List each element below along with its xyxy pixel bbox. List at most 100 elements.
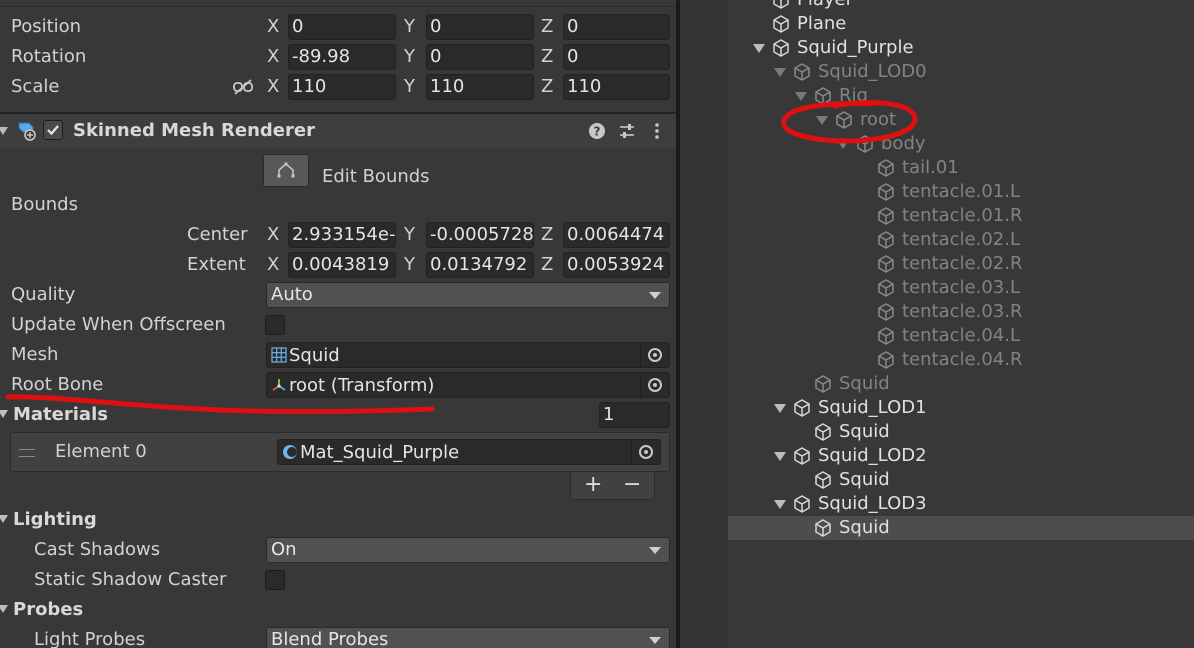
chevron-down-icon <box>649 547 661 554</box>
gameobject-icon <box>878 303 894 321</box>
scale-y-field[interactable]: 110 <box>426 74 534 100</box>
center-x-field[interactable]: 2.933154e- <box>288 222 396 248</box>
scale-z-axis: Z <box>541 76 554 97</box>
rotation-z-field[interactable]: 0 <box>563 44 670 70</box>
center-z-axis: Z <box>541 224 554 245</box>
position-x-field[interactable]: 0 <box>288 14 396 40</box>
gameobject-icon <box>815 423 831 441</box>
gameobject-icon <box>794 63 810 81</box>
component-enabled-checkbox[interactable] <box>43 120 63 140</box>
quality-label: Quality <box>11 284 76 305</box>
hierarchy-label: Squid_LOD2 <box>818 445 927 466</box>
quality-dropdown[interactable]: Auto <box>266 282 670 308</box>
gameobject-icon <box>878 183 894 201</box>
foldout-arrow-icon[interactable] <box>0 127 8 135</box>
constrain-proportions-icon[interactable] <box>232 78 254 96</box>
help-icon[interactable]: ? <box>588 122 606 140</box>
gameobject-icon <box>773 39 789 57</box>
inspector-panel: Position X 0 Y 0 Z 0 Rotation X -89.98 Y… <box>0 0 676 648</box>
gameobject-icon <box>878 279 894 297</box>
materials-count-field[interactable]: 1 <box>599 402 670 428</box>
material-icon <box>283 445 297 459</box>
center-y-axis: Y <box>404 224 415 245</box>
edit-bounds-label: Edit Bounds <box>322 166 430 187</box>
chevron-down-icon <box>649 292 661 299</box>
probes-label[interactable]: Probes <box>13 599 83 621</box>
center-y-field[interactable]: -0.0005728 <box>426 222 534 248</box>
gameobject-icon <box>794 495 810 513</box>
checkmark-icon <box>47 125 59 136</box>
rotation-y-field[interactable]: 0 <box>426 44 534 70</box>
hierarchy-label: Squid <box>839 517 890 538</box>
gameobject-icon <box>878 327 894 345</box>
static-shadow-checkbox[interactable] <box>265 570 285 590</box>
mesh-label: Mesh <box>11 344 59 365</box>
expand-arrow-icon[interactable] <box>774 452 786 461</box>
extent-y-axis: Y <box>404 254 415 275</box>
position-x-axis: X <box>267 16 280 37</box>
hierarchy-label: Player <box>797 0 853 11</box>
scale-x-field[interactable]: 110 <box>288 74 396 100</box>
light-probes-label: Light Probes <box>34 629 146 648</box>
lighting-label[interactable]: Lighting <box>13 509 97 531</box>
static-shadow-label: Static Shadow Caster <box>34 569 227 590</box>
rotation-z-axis: Z <box>541 46 554 67</box>
hierarchy-label: tentacle.02.L <box>902 229 1020 250</box>
extent-z-axis: Z <box>541 254 554 275</box>
object-picker-icon[interactable] <box>640 343 669 367</box>
extent-x-field[interactable]: 0.0043819 <box>288 252 396 278</box>
extent-y-field[interactable]: 0.0134792 <box>426 252 534 278</box>
expand-arrow-icon[interactable] <box>774 500 786 509</box>
remove-element-button[interactable]: − <box>623 472 641 498</box>
expand-arrow-icon[interactable] <box>753 44 765 53</box>
probes-foldout-arrow-icon[interactable] <box>0 605 8 613</box>
position-y-field[interactable]: 0 <box>426 14 534 40</box>
mesh-field[interactable]: Squid <box>266 342 670 368</box>
scale-z-field[interactable]: 110 <box>563 74 670 100</box>
scale-x-axis: X <box>267 76 280 97</box>
extent-z-field[interactable]: 0.0053924 <box>563 252 670 278</box>
hierarchy-label: Squid <box>839 421 890 442</box>
update-offscreen-label: Update When Offscreen <box>11 314 226 335</box>
center-label: Center <box>187 224 248 245</box>
material-element-field[interactable]: Mat_Squid_Purple <box>277 439 661 465</box>
cast-shadows-value: On <box>271 539 297 560</box>
more-options-icon[interactable] <box>653 122 661 140</box>
extent-label: Extent <box>187 254 246 275</box>
object-picker-icon[interactable] <box>631 440 660 464</box>
expand-arrow-icon[interactable] <box>774 404 786 413</box>
materials-list: Element 0 Mat_Squid_Purple <box>10 432 670 472</box>
center-z-field[interactable]: 0.0064474 <box>563 222 670 248</box>
hierarchy-label: tentacle.03.L <box>902 277 1020 298</box>
edit-bounds-button[interactable] <box>263 154 309 187</box>
lighting-foldout-arrow-icon[interactable] <box>0 515 8 523</box>
gameobject-icon <box>794 447 810 465</box>
hierarchy-label: Squid_Purple <box>797 37 914 58</box>
gameobject-icon <box>878 231 894 249</box>
light-probes-value: Blend Probes <box>271 629 389 648</box>
hierarchy-label: tentacle.02.R <box>902 253 1023 274</box>
add-element-button[interactable]: + <box>584 472 602 498</box>
svg-text:?: ? <box>594 125 601 139</box>
hierarchy-label: Squid_LOD1 <box>818 397 927 418</box>
expand-arrow-icon[interactable] <box>774 68 786 77</box>
hierarchy-label: Squid_LOD3 <box>818 493 927 514</box>
annotation-circle <box>781 99 918 144</box>
object-picker-icon[interactable] <box>640 373 669 397</box>
hierarchy-label: tentacle.03.R <box>902 301 1023 322</box>
update-offscreen-checkbox[interactable] <box>265 315 285 335</box>
position-y-axis: Y <box>404 16 415 37</box>
hierarchy-label: tentacle.04.L <box>902 325 1020 346</box>
hierarchy-panel: Player Plane Squid_Purple Squid_LOD0 Rig… <box>680 0 1194 648</box>
transform-icon <box>272 379 286 391</box>
position-z-field[interactable]: 0 <box>563 14 670 40</box>
gameobject-icon <box>878 255 894 273</box>
hierarchy-label: tentacle.01.R <box>902 205 1023 226</box>
position-label: Position <box>11 16 82 37</box>
component-header[interactable]: Skinned Mesh Renderer ? <box>0 114 676 148</box>
presets-icon[interactable] <box>618 122 636 140</box>
rotation-x-field[interactable]: -89.98 <box>288 44 396 70</box>
drag-handle-icon[interactable] <box>19 449 35 457</box>
light-probes-dropdown[interactable]: Blend Probes <box>266 627 670 648</box>
cast-shadows-dropdown[interactable]: On <box>266 537 670 563</box>
